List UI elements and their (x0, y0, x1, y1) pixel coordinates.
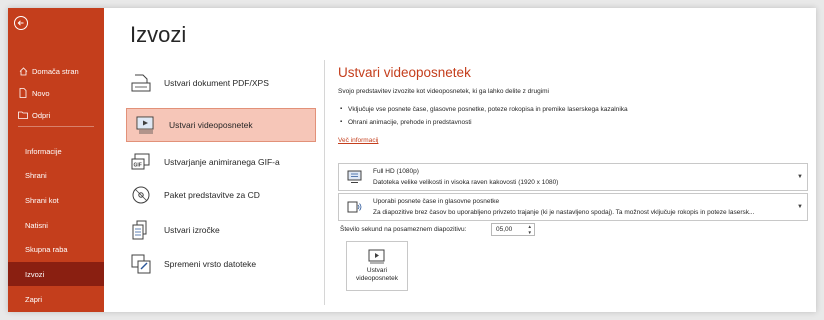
export-option-label: Ustvari dokument PDF/XPS (164, 78, 269, 88)
sidebar-item-label: Natisni (25, 220, 48, 230)
page-title: Izvozi (130, 22, 187, 47)
sidebar-item-label: Izvozi (25, 269, 45, 279)
change-file-type-icon (130, 253, 152, 275)
back-arrow-icon (17, 20, 24, 26)
timings-subtitle: Za diapozitive brez časov bo uporabljeno… (373, 209, 755, 216)
timings-title: Uporabi posnete čase in glasovne posnetk… (373, 198, 500, 205)
sidebar-item-close[interactable]: Zapri (8, 288, 104, 310)
sidebar-item-save[interactable]: Shrani (8, 164, 104, 186)
sidebar-divider (18, 126, 94, 127)
narration-icon (347, 200, 362, 214)
seconds-label: Število sekund na posameznem diapozitivu… (340, 226, 467, 233)
panel-divider (324, 60, 325, 305)
sidebar-item-share[interactable]: Skupna raba (8, 238, 104, 260)
export-option-gif[interactable]: GIF Ustvarjanje animiranega GIF-a (120, 145, 316, 179)
sidebar-item-label: Zapri (25, 294, 43, 304)
export-option-label: Spremeni vrsto datoteke (164, 259, 257, 269)
backstage-sidebar: Domača stran Novo Odpri Informacije Shra… (8, 8, 104, 312)
sidebar-item-open[interactable]: Odpri (8, 104, 104, 126)
sidebar-item-save-as[interactable]: Shrani kot (8, 189, 104, 211)
sidebar-item-label: Odpri (32, 110, 51, 120)
cd-package-icon (130, 184, 152, 206)
handouts-icon (130, 219, 152, 241)
export-option-cd[interactable]: Paket predstavitve za CD (120, 178, 316, 212)
sidebar-item-label: Skupna raba (25, 244, 68, 254)
sidebar-item-new[interactable]: Novo (8, 82, 104, 104)
svg-text:GIF: GIF (134, 163, 142, 169)
export-option-change-type[interactable]: Spremeni vrsto datoteke (120, 247, 316, 281)
feature-bullet: Vključuje vse posnete čase, glasovne pos… (340, 106, 628, 113)
backstage-window: Domača stran Novo Odpri Informacije Shra… (8, 8, 816, 312)
monitor-icon (347, 170, 362, 184)
export-option-label: Ustvarjanje animiranega GIF-a (164, 157, 280, 167)
panel-description: Svojo predstavitev izvozite kot videopos… (338, 88, 549, 95)
sidebar-item-label: Shrani (25, 170, 47, 180)
video-icon (135, 114, 157, 136)
home-icon (18, 66, 28, 76)
sidebar-item-label: Novo (32, 88, 50, 98)
panel-title: Ustvari videoposnetek (338, 65, 471, 80)
export-option-video[interactable]: Ustvari videoposnetek (126, 108, 316, 142)
export-option-pdf[interactable]: Ustvari dokument PDF/XPS (120, 66, 316, 100)
folder-icon (18, 110, 28, 120)
chevron-down-icon: ▼ (797, 174, 803, 180)
sidebar-item-info[interactable]: Informacije (8, 140, 104, 162)
sidebar-item-home[interactable]: Domača stran (8, 60, 104, 82)
pdf-document-icon (130, 72, 152, 94)
export-option-label: Paket predstavitve za CD (164, 190, 260, 200)
quality-title: Full HD (1080p) (373, 168, 419, 175)
spinner-arrows-icon[interactable]: ▲ ▼ (528, 224, 532, 235)
chevron-down-icon: ▼ (797, 204, 803, 210)
export-option-label: Ustvari izročke (164, 225, 220, 235)
seconds-spinner[interactable]: 05,00 ▲ ▼ (491, 223, 535, 236)
sidebar-item-export[interactable]: Izvozi (8, 262, 104, 286)
sidebar-item-label: Informacije (25, 146, 62, 156)
sidebar-item-print[interactable]: Natisni (8, 214, 104, 236)
sidebar-item-label: Shrani kot (25, 195, 59, 205)
quality-dropdown[interactable]: Full HD (1080p) Datoteka velike velikost… (338, 163, 808, 191)
export-option-label: Ustvari videoposnetek (169, 120, 253, 130)
export-option-handouts[interactable]: Ustvari izročke (120, 213, 316, 247)
new-file-icon (18, 88, 28, 98)
quality-subtitle: Datoteka velike velikosti in visoka rave… (373, 179, 559, 186)
more-info-link[interactable]: Več informacij (338, 137, 378, 144)
gif-icon: GIF (130, 151, 152, 173)
feature-bullet: Ohrani animacije, prehode in predstavnos… (340, 119, 472, 126)
create-video-label: Ustvari videoposnetek (356, 267, 398, 282)
sidebar-item-label: Domača stran (32, 66, 79, 76)
timings-dropdown[interactable]: Uporabi posnete čase in glasovne posnetk… (338, 193, 808, 221)
video-icon (368, 249, 386, 265)
back-button[interactable] (14, 16, 28, 30)
create-video-button[interactable]: Ustvari videoposnetek (346, 241, 408, 291)
seconds-value: 05,00 (496, 226, 513, 233)
